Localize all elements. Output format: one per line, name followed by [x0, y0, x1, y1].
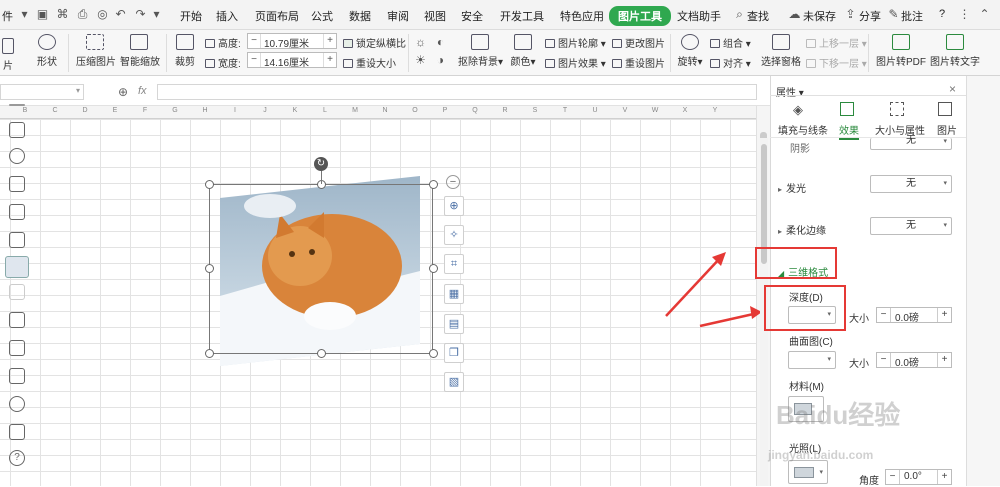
share-icon: ⇪: [845, 7, 856, 21]
depth-size-label: 大小: [849, 314, 869, 325]
3d-format-section-toggle[interactable]: ◢ 三维格式: [778, 264, 828, 279]
shadow-dropdown[interactable]: 无 ▾: [870, 135, 952, 150]
annotate-button[interactable]: 批注: [901, 8, 923, 24]
fill-line-icon: ◈: [793, 102, 803, 117]
angle-decrease-button[interactable]: −: [886, 470, 900, 484]
picture-to-text-button[interactable]: 图片转文字: [930, 34, 980, 68]
right-tool-rail: [966, 76, 1000, 486]
lighting-preview-icon: [794, 467, 814, 478]
tab-size-properties[interactable]: 大小与属性: [875, 122, 925, 137]
triangle-right-icon: ▸: [778, 227, 783, 236]
picture-tool-icon[interactable]: [9, 368, 25, 384]
effects-tab-icon: [840, 102, 854, 116]
layout-icon[interactable]: [9, 204, 25, 220]
contour-label: 曲面图(C): [789, 337, 833, 348]
divider: [770, 95, 966, 96]
contour-decrease-button[interactable]: −: [877, 353, 891, 367]
material-label: 材料(M): [789, 382, 824, 393]
soft-edge-section-toggle[interactable]: ▸ 柔化边缘: [778, 222, 826, 237]
triangle-right-icon: ▸: [778, 185, 783, 194]
tools-icon[interactable]: [9, 424, 25, 440]
disabled-tool-icon: [9, 284, 25, 300]
angle-stepper[interactable]: − 0.0° +: [885, 469, 952, 485]
angle-label: 角度: [859, 476, 879, 487]
lighting-dropdown[interactable]: ▾: [788, 460, 828, 484]
depth-increase-button[interactable]: +: [937, 308, 951, 322]
shadow-label[interactable]: 阴影: [790, 140, 810, 155]
chevron-down-icon: ▾: [819, 469, 823, 476]
chevron-down-icon: ▾: [943, 180, 947, 187]
close-icon[interactable]: ×: [949, 82, 956, 96]
pane-title[interactable]: 属性 ▾: [776, 84, 804, 99]
angle-increase-button[interactable]: +: [937, 470, 951, 484]
arrow-line-lower: [699, 311, 759, 328]
rail-collapse-icon[interactable]: [9, 104, 25, 106]
baidu-watermark: Baidu经验: [776, 400, 901, 430]
contour-size-label: 大小: [849, 359, 869, 370]
contour-increase-button[interactable]: +: [937, 353, 951, 367]
chevron-down-icon: ▾: [943, 222, 947, 229]
help-icon[interactable]: ?: [9, 450, 25, 466]
pdf-icon: [892, 34, 910, 50]
contour-size-stepper[interactable]: − 0.0磅 +: [876, 352, 952, 369]
baidu-watermark-url: jingyan.baidu.com: [768, 448, 874, 462]
chevron-down-icon: ▾: [943, 138, 947, 145]
arrow-line-upper: [665, 255, 723, 317]
unsaved-status[interactable]: 未保存: [803, 8, 836, 24]
selection-pane-icon: [772, 34, 790, 50]
ocr-icon: [946, 34, 964, 50]
cloud-icon: ☁: [788, 7, 801, 21]
depth-decrease-button[interactable]: −: [877, 308, 891, 322]
depth-size-stepper[interactable]: − 0.0磅 +: [876, 307, 952, 324]
backup-icon[interactable]: [9, 312, 25, 328]
annotation-arrows: [665, 252, 762, 328]
bring-forward-button[interactable]: 上移一层 ▾: [806, 35, 867, 50]
depth-label: 深度(D): [789, 293, 823, 304]
chevron-down-icon: ▾: [827, 356, 831, 363]
select-icon[interactable]: [9, 122, 25, 138]
share-button[interactable]: 分享: [859, 8, 881, 24]
picture-tab-icon: [938, 102, 952, 116]
comment-icon: ✎: [888, 7, 899, 21]
tab-fill-line[interactable]: 填充与线条: [778, 122, 828, 137]
send-backward-icon: [806, 59, 816, 68]
send-backward-button[interactable]: 下移一层 ▾: [806, 55, 867, 70]
shape-style-icon[interactable]: [9, 148, 25, 164]
picture-to-pdf-button[interactable]: 图片转PDF: [876, 34, 926, 68]
bring-forward-icon: [806, 39, 816, 48]
triangle-down-icon: ◢: [778, 269, 785, 278]
chevron-down-icon: ▾: [827, 311, 831, 318]
collapse-ribbon-icon[interactable]: ⌃: [978, 8, 991, 21]
more-options-icon[interactable]: ⋮: [958, 8, 971, 21]
depth-color-dropdown[interactable]: ▾: [788, 306, 836, 324]
chart-icon[interactable]: [9, 232, 25, 248]
glow-section-toggle[interactable]: ▸ 发光: [778, 180, 806, 195]
pane-scrollbar-thumb[interactable]: [761, 144, 767, 264]
soft-edge-dropdown[interactable]: 无 ▾: [870, 217, 952, 235]
properties-icon[interactable]: [5, 256, 29, 278]
share-tool-icon[interactable]: [9, 340, 25, 356]
size-tab-icon: [890, 102, 904, 116]
download-icon[interactable]: [9, 396, 25, 412]
tab-picture[interactable]: 图片: [937, 122, 957, 137]
contour-color-dropdown[interactable]: ▾: [788, 351, 836, 369]
divider: [868, 34, 869, 72]
help-button[interactable]: ?: [939, 8, 945, 20]
table-icon[interactable]: [9, 176, 25, 192]
glow-dropdown[interactable]: 无 ▾: [870, 175, 952, 193]
